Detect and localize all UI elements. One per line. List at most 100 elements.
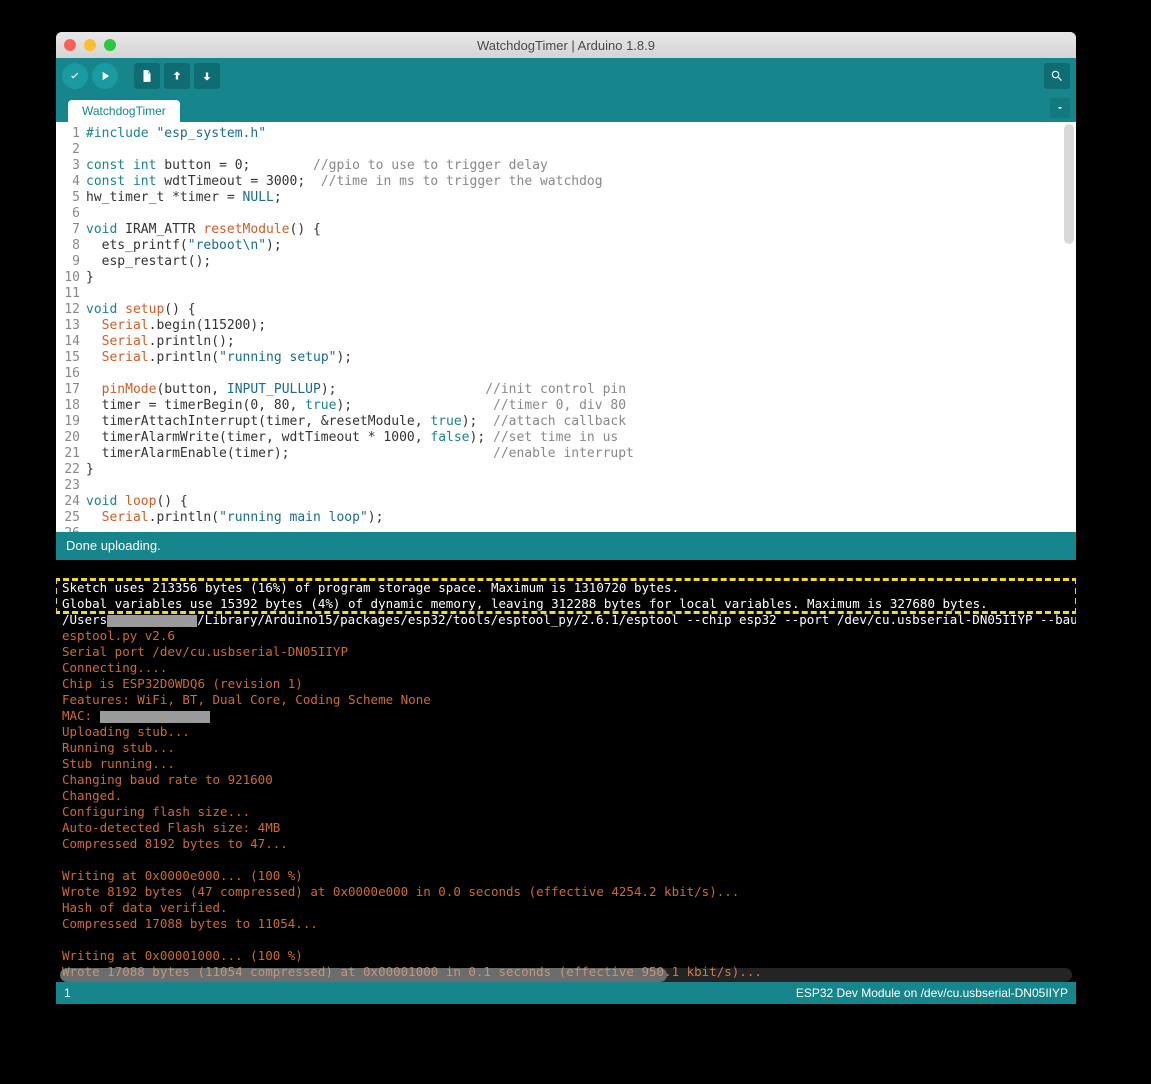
code-line[interactable]: 2 xyxy=(56,142,1076,158)
console-line: Compressed 8192 bytes to 47... xyxy=(62,836,288,851)
code-text[interactable]: void setup() { xyxy=(86,302,196,318)
editor-scrollbar[interactable] xyxy=(1064,124,1074,244)
code-line[interactable]: 19 timerAttachInterrupt(timer, &resetMod… xyxy=(56,414,1076,430)
console-line: Uploading stub... xyxy=(62,724,190,739)
code-line[interactable]: 11 xyxy=(56,286,1076,302)
code-text[interactable]: timerAlarmWrite(timer, wdtTimeout * 1000… xyxy=(86,430,618,446)
console-line: Changed. xyxy=(62,788,122,803)
code-line[interactable]: 5hw_timer_t *timer = NULL; xyxy=(56,190,1076,206)
code-line[interactable]: 20 timerAlarmWrite(timer, wdtTimeout * 1… xyxy=(56,430,1076,446)
code-line[interactable]: 6 xyxy=(56,206,1076,222)
code-line[interactable]: 23 xyxy=(56,478,1076,494)
code-text[interactable]: timerAlarmEnable(timer); //enable interr… xyxy=(86,446,634,462)
console-line: Writing at 0x00001000... (100 %) xyxy=(62,948,303,963)
line-number: 3 xyxy=(56,158,86,174)
code-line[interactable]: 26 xyxy=(56,526,1076,532)
code-line[interactable]: 17 pinMode(button, INPUT_PULLUP); //init… xyxy=(56,382,1076,398)
close-button[interactable] xyxy=(64,39,76,51)
line-number: 21 xyxy=(56,446,86,462)
code-line[interactable]: 10} xyxy=(56,270,1076,286)
toolbar xyxy=(56,58,1076,94)
console-line: esptool.py v2.6 xyxy=(62,628,175,643)
line-number: 18 xyxy=(56,398,86,414)
code-line[interactable]: 25 Serial.println("running main loop"); xyxy=(56,510,1076,526)
code-text[interactable]: #include "esp_system.h" xyxy=(86,126,266,142)
code-line[interactable]: 3const int button = 0; //gpio to use to … xyxy=(56,158,1076,174)
verify-button[interactable] xyxy=(62,63,88,89)
serial-monitor-button[interactable] xyxy=(1044,63,1070,89)
line-number: 25 xyxy=(56,510,86,526)
arduino-window: WatchdogTimer | Arduino 1.8.9 WatchdogTi… xyxy=(56,32,1076,1004)
console-line: Auto-detected Flash size: 4MB xyxy=(62,820,280,835)
redacted-user xyxy=(107,615,197,627)
code-text[interactable]: ets_printf("reboot\n"); xyxy=(86,238,282,254)
code-line[interactable]: 7void IRAM_ATTR resetModule() { xyxy=(56,222,1076,238)
code-line[interactable]: 24void loop() { xyxy=(56,494,1076,510)
code-line[interactable]: 14 Serial.println(); xyxy=(56,334,1076,350)
code-line[interactable]: 12void setup() { xyxy=(56,302,1076,318)
code-line[interactable]: 8 ets_printf("reboot\n"); xyxy=(56,238,1076,254)
code-line[interactable]: 22} xyxy=(56,462,1076,478)
console-line: Chip is ESP32D0WDQ6 (revision 1) xyxy=(62,676,303,691)
code-text[interactable]: timer = timerBegin(0, 80, true); //timer… xyxy=(86,398,626,414)
console-line: Changing baud rate to 921600 xyxy=(62,772,273,787)
save-button[interactable] xyxy=(194,63,220,89)
line-number: 26 xyxy=(56,526,86,532)
code-line[interactable]: 18 timer = timerBegin(0, 80, true); //ti… xyxy=(56,398,1076,414)
console-line: Connecting.... xyxy=(62,660,167,675)
code-text[interactable]: Serial.println("running setup"); xyxy=(86,350,352,366)
line-number: 20 xyxy=(56,430,86,446)
line-number: 7 xyxy=(56,222,86,238)
code-text[interactable]: const int wdtTimeout = 3000; //time in m… xyxy=(86,174,603,190)
code-text[interactable]: } xyxy=(86,270,94,286)
console-h-scrollbar-thumb[interactable] xyxy=(60,968,667,982)
code-line[interactable]: 4const int wdtTimeout = 3000; //time in … xyxy=(56,174,1076,190)
line-number: 15 xyxy=(56,350,86,366)
window-title: WatchdogTimer | Arduino 1.8.9 xyxy=(56,38,1076,53)
code-line[interactable]: 13 Serial.begin(115200); xyxy=(56,318,1076,334)
code-line[interactable]: 1#include "esp_system.h" xyxy=(56,126,1076,142)
code-text[interactable]: Serial.println(); xyxy=(86,334,235,350)
line-number: 2 xyxy=(56,142,86,158)
console-line: MAC: xyxy=(62,708,210,723)
code-line[interactable]: 15 Serial.println("running setup"); xyxy=(56,350,1076,366)
code-text[interactable]: timerAttachInterrupt(timer, &resetModule… xyxy=(86,414,626,430)
code-text[interactable]: esp_restart(); xyxy=(86,254,211,270)
tab-menu-button[interactable] xyxy=(1050,98,1070,118)
line-number: 22 xyxy=(56,462,86,478)
output-console[interactable]: Sketch uses 213356 bytes (16%) of progra… xyxy=(56,560,1076,982)
code-text[interactable]: void IRAM_ATTR resetModule() { xyxy=(86,222,321,238)
maximize-button[interactable] xyxy=(104,39,116,51)
console-line: Running stub... xyxy=(62,740,175,755)
console-line: Writing at 0x0000e000... (100 %) xyxy=(62,868,303,883)
code-line[interactable]: 21 timerAlarmEnable(timer); //enable int… xyxy=(56,446,1076,462)
code-text[interactable]: const int button = 0; //gpio to use to t… xyxy=(86,158,548,174)
code-text[interactable]: Serial.begin(115200); xyxy=(86,318,266,334)
console-h-scrollbar[interactable] xyxy=(60,968,1072,982)
traffic-lights xyxy=(64,39,116,51)
line-number: 19 xyxy=(56,414,86,430)
code-text[interactable]: } xyxy=(86,462,94,478)
line-number: 12 xyxy=(56,302,86,318)
console-line: Sketch uses 213356 bytes (16%) of progra… xyxy=(62,580,679,595)
console-line: Features: WiFi, BT, Dual Core, Coding Sc… xyxy=(62,692,431,707)
console-line: Global variables use 15392 bytes (4%) of… xyxy=(62,596,988,611)
upload-button[interactable] xyxy=(92,63,118,89)
new-button[interactable] xyxy=(134,63,160,89)
tab-bar: WatchdogTimer xyxy=(56,94,1076,122)
code-text[interactable]: hw_timer_t *timer = NULL; xyxy=(86,190,282,206)
code-text[interactable]: Serial.println("running main loop"); xyxy=(86,510,383,526)
tab-watchdogtimer[interactable]: WatchdogTimer xyxy=(68,100,180,122)
line-number: 14 xyxy=(56,334,86,350)
code-text[interactable]: void loop() { xyxy=(86,494,188,510)
minimize-button[interactable] xyxy=(84,39,96,51)
code-line[interactable]: 9 esp_restart(); xyxy=(56,254,1076,270)
footer-bar: 1 ESP32 Dev Module on /dev/cu.usbserial-… xyxy=(56,982,1076,1004)
console-line: Wrote 8192 bytes (47 compressed) at 0x00… xyxy=(62,884,739,899)
code-line[interactable]: 16 xyxy=(56,366,1076,382)
open-button[interactable] xyxy=(164,63,190,89)
line-number: 17 xyxy=(56,382,86,398)
line-number: 1 xyxy=(56,126,86,142)
code-text[interactable]: pinMode(button, INPUT_PULLUP); //init co… xyxy=(86,382,626,398)
code-editor[interactable]: 1#include "esp_system.h"23const int butt… xyxy=(56,122,1076,532)
